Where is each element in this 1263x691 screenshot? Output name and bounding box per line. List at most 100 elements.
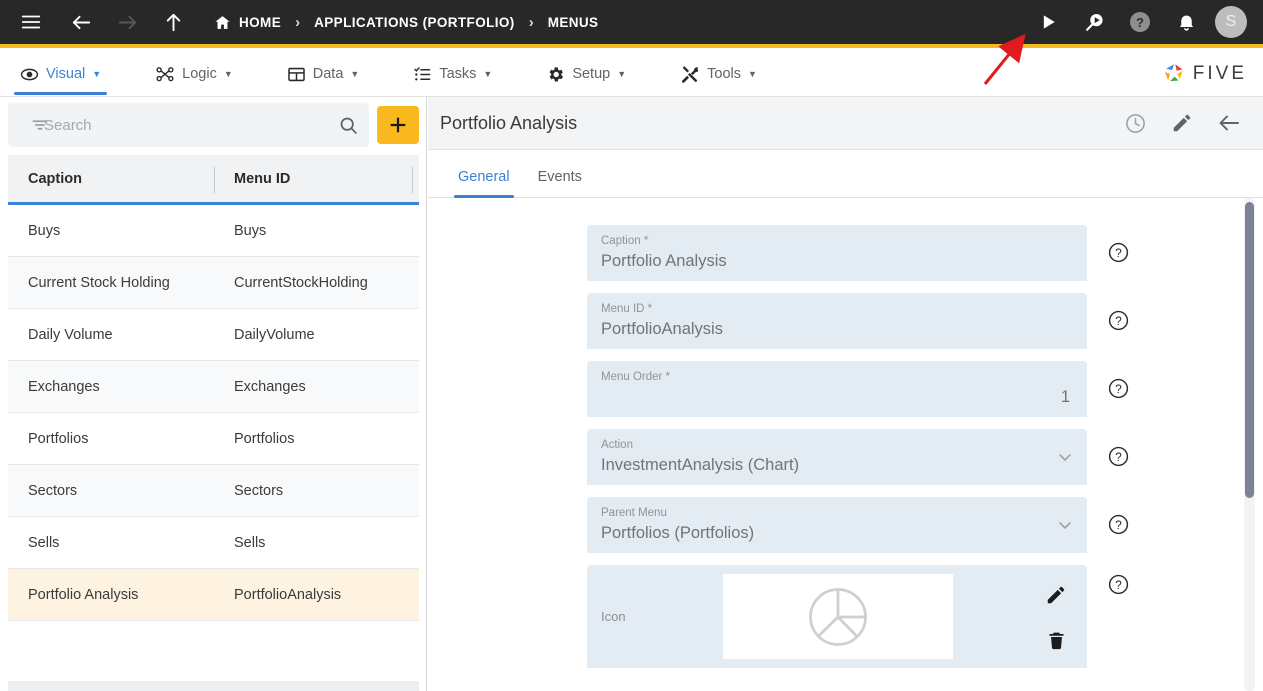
top-bar: HOME › APPLICATIONS (PORTFOLIO) › MENUS … — [0, 0, 1263, 48]
grid-header-row: Caption Menu ID — [8, 155, 419, 205]
caption-field-label: Caption * — [601, 235, 649, 247]
table-row[interactable]: Exchanges Exchanges — [8, 361, 419, 413]
caption-field[interactable]: Caption * Portfolio Analysis — [587, 225, 1087, 281]
menu-item-visual[interactable]: Visual ▼ — [6, 52, 115, 97]
table-row[interactable]: Daily Volume DailyVolume — [8, 309, 419, 361]
menu-item-tasks[interactable]: Tasks ▼ — [399, 52, 506, 97]
column-divider[interactable] — [214, 167, 215, 193]
avatar[interactable]: S — [1215, 6, 1247, 38]
breadcrumb-home[interactable]: HOME — [212, 14, 283, 31]
eye-icon — [20, 65, 39, 84]
menu-item-tools[interactable]: Tools ▼ — [666, 52, 771, 97]
menu-order-help-icon[interactable]: ? — [1103, 361, 1133, 415]
action-help-icon[interactable]: ? — [1103, 429, 1133, 483]
action-select-value: InvestmentAnalysis (Chart) — [601, 456, 800, 474]
back-arrow-icon[interactable] — [1217, 111, 1241, 135]
form-row-caption: Caption * Portfolio Analysis ? — [587, 225, 1263, 281]
breadcrumb-separator-2: › — [528, 13, 534, 31]
search-row — [8, 103, 419, 147]
table-row[interactable]: Current Stock Holding CurrentStockHoldin… — [8, 257, 419, 309]
menu-item-data[interactable]: Data ▼ — [273, 52, 374, 97]
svg-text:?: ? — [1115, 449, 1122, 463]
checklist-icon — [413, 65, 432, 84]
breadcrumb-applications[interactable]: APPLICATIONS (PORTFOLIO) — [312, 15, 517, 30]
table-row[interactable]: Sells Sells — [8, 517, 419, 569]
menu-order-field[interactable]: Menu Order * 1 — [587, 361, 1087, 417]
search-input[interactable] — [22, 116, 338, 134]
svg-text:?: ? — [1115, 517, 1122, 531]
play-icon[interactable] — [1031, 5, 1065, 39]
table-row-selected[interactable]: Portfolio Analysis PortfolioAnalysis — [8, 569, 419, 621]
chevron-down-icon[interactable] — [1055, 515, 1075, 540]
icon-edit-button[interactable] — [1045, 578, 1067, 612]
cell-menu-id: PortfolioAnalysis — [234, 586, 342, 603]
cell-caption: Daily Volume — [28, 326, 113, 343]
table-row[interactable]: Portfolios Portfolios — [8, 413, 419, 465]
clock-icon[interactable] — [1124, 112, 1147, 135]
nav-back-icon[interactable] — [64, 5, 98, 39]
tab-events-label: Events — [537, 169, 582, 185]
bell-icon[interactable] — [1169, 5, 1203, 39]
detail-tabs: General Events — [428, 150, 1263, 198]
svg-text:?: ? — [1115, 245, 1122, 259]
icon-preview[interactable] — [723, 574, 953, 659]
cell-caption: Portfolios — [28, 430, 89, 447]
breadcrumb-menus-label: MENUS — [547, 14, 599, 30]
detail-header: Portfolio Analysis — [428, 97, 1263, 150]
home-icon — [214, 14, 231, 31]
search-play-icon[interactable] — [1077, 5, 1111, 39]
menu-item-logic-label: Logic — [182, 66, 217, 82]
menu-item-logic[interactable]: Logic ▼ — [141, 52, 247, 97]
pie-chart-icon — [805, 584, 871, 650]
cell-menu-id: Exchanges — [234, 378, 306, 395]
pencil-icon[interactable] — [1171, 112, 1193, 134]
breadcrumb-menus[interactable]: MENUS — [546, 15, 601, 30]
nav-up-icon[interactable] — [156, 5, 190, 39]
svg-text:?: ? — [1115, 313, 1122, 327]
menu-item-setup[interactable]: Setup ▼ — [532, 52, 640, 97]
parent-menu-select[interactable]: Parent Menu Portfolios (Portfolios) — [587, 497, 1087, 553]
cell-caption: Buys — [28, 222, 61, 239]
tab-general-label: General — [458, 169, 510, 185]
icon-help-icon[interactable]: ? — [1103, 565, 1133, 668]
add-record-button[interactable] — [377, 106, 419, 144]
menu-id-field[interactable]: Menu ID * PortfolioAnalysis — [587, 293, 1087, 349]
grid-footer: Total Rows: 8 — [8, 681, 419, 691]
icon-field-tools — [1045, 574, 1073, 659]
menu-bar: Visual ▼ Logic ▼ Data ▼ Tasks ▼ Setup ▼ … — [0, 52, 1263, 97]
detail-scrollbar-thumb[interactable] — [1245, 202, 1254, 498]
detail-panel: Portfolio Analysis General Events Captio… — [428, 97, 1263, 691]
top-bar-actions: ? S — [1031, 5, 1263, 39]
chevron-down-icon[interactable] — [1055, 447, 1075, 472]
plus-icon — [387, 114, 409, 136]
cell-caption: Exchanges — [28, 378, 100, 395]
icon-delete-button[interactable] — [1045, 623, 1067, 657]
search-icon[interactable] — [338, 115, 359, 136]
icon-field[interactable]: Icon — [587, 565, 1087, 668]
menu-order-field-label: Menu Order * — [601, 371, 671, 383]
hamburger-icon[interactable] — [14, 5, 48, 39]
menu-id-help-icon[interactable]: ? — [1103, 293, 1133, 347]
column-divider[interactable] — [412, 167, 413, 193]
nav-forward-icon[interactable] — [110, 5, 144, 39]
cell-menu-id: Sectors — [234, 482, 284, 499]
table-row[interactable]: Sectors Sectors — [8, 465, 419, 517]
avatar-initial: S — [1225, 13, 1237, 30]
search-box[interactable] — [8, 103, 369, 147]
table-row[interactable]: Buys Buys — [8, 205, 419, 257]
question-circle-icon[interactable]: ? — [1123, 5, 1157, 39]
breadcrumb-applications-label: APPLICATIONS (PORTFOLIO) — [314, 14, 515, 30]
parent-menu-select-value: Portfolios (Portfolios) — [601, 524, 755, 542]
cell-caption: Portfolio Analysis — [28, 586, 139, 603]
caption-help-icon[interactable]: ? — [1103, 225, 1133, 279]
filter-icon[interactable] — [30, 115, 50, 135]
tab-general[interactable]: General — [444, 169, 524, 198]
column-header-menu-id[interactable]: Menu ID — [220, 171, 290, 187]
parent-menu-select-label: Parent Menu — [601, 507, 667, 519]
action-select[interactable]: Action InvestmentAnalysis (Chart) — [587, 429, 1087, 485]
column-header-caption[interactable]: Caption — [8, 171, 220, 187]
parent-menu-help-icon[interactable]: ? — [1103, 497, 1133, 551]
tab-events[interactable]: Events — [524, 169, 596, 197]
chevron-down-icon: ▼ — [223, 69, 233, 79]
detail-scrollbar-track[interactable] — [1244, 198, 1255, 691]
